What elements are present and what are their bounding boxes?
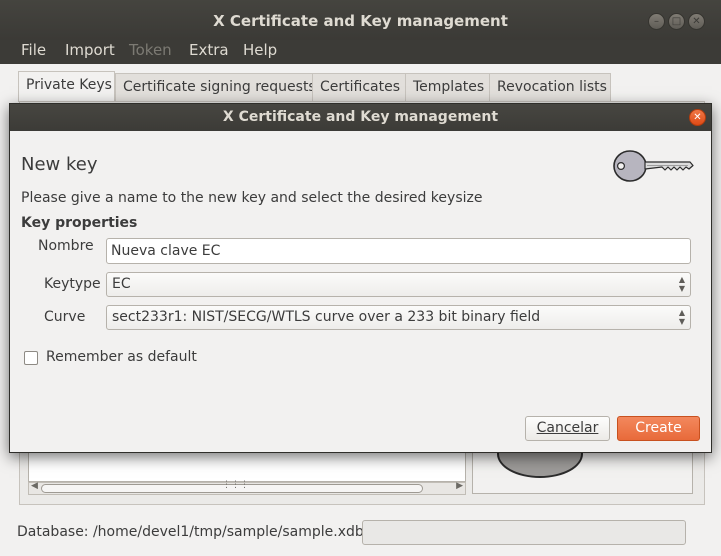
horizontal-scrollbar[interactable]: ◀ ⋮⋮⋮ ▶	[28, 480, 466, 495]
key-icon	[497, 452, 583, 478]
progress-bar	[362, 520, 686, 545]
key-properties-title: Key properties	[21, 215, 138, 231]
menu-file[interactable]: File	[21, 41, 46, 59]
dialog-instructions: Please give a name to the new key and se…	[21, 190, 483, 206]
menubar: File Import Token Extra Help	[0, 40, 721, 64]
tab-certificate-signing-requests[interactable]: Certificate signing requests	[115, 73, 316, 101]
cancel-button[interactable]: Cancelar	[525, 416, 610, 441]
name-label: Nombre	[38, 238, 94, 254]
keytype-select[interactable]: EC ▲ ▼	[106, 272, 691, 297]
remember-default-checkbox[interactable]	[24, 351, 38, 365]
key-list[interactable]	[28, 452, 466, 482]
keytype-label: Keytype	[44, 276, 101, 292]
dialog-heading: New key	[21, 154, 98, 175]
chevron-updown-icon: ▲ ▼	[678, 275, 685, 293]
scroll-left-icon[interactable]: ◀	[31, 481, 38, 491]
close-icon[interactable]: ✕	[688, 13, 705, 30]
key-image-frame	[472, 452, 693, 494]
tab-templates[interactable]: Templates	[405, 73, 490, 101]
grip-icon: ⋮⋮⋮	[222, 480, 249, 490]
tab-certificates[interactable]: Certificates	[312, 73, 406, 101]
cancel-button-label: Cancelar	[536, 420, 599, 436]
tab-private-keys[interactable]: Private Keys	[18, 71, 115, 102]
new-key-dialog: X Certificate and Key management ✕ New k…	[9, 103, 712, 453]
remember-default-label[interactable]: Remember as default	[46, 349, 197, 365]
close-icon[interactable]: ✕	[689, 109, 706, 126]
menu-help[interactable]: Help	[243, 41, 277, 59]
curve-value: sect233r1: NIST/SECG/WTLS curve over a 2…	[112, 309, 541, 325]
curve-select[interactable]: sect233r1: NIST/SECG/WTLS curve over a 2…	[106, 305, 691, 330]
menu-extra[interactable]: Extra	[189, 41, 229, 59]
keytype-value: EC	[112, 276, 131, 292]
tab-revocation-lists[interactable]: Revocation lists	[489, 73, 611, 101]
main-titlebar: X Certificate and Key management – □ ✕	[0, 0, 721, 40]
minimize-icon[interactable]: –	[648, 13, 665, 30]
key-name-input[interactable]	[106, 238, 691, 264]
maximize-icon[interactable]: □	[668, 13, 685, 30]
menu-import[interactable]: Import	[65, 41, 115, 59]
chevron-updown-icon: ▲ ▼	[678, 308, 685, 326]
dialog-titlebar: X Certificate and Key management ✕	[10, 104, 711, 131]
database-path: Database: /home/devel1/tmp/sample/sample…	[17, 524, 364, 540]
curve-label: Curve	[44, 309, 86, 325]
statusbar: Database: /home/devel1/tmp/sample/sample…	[0, 513, 721, 556]
scroll-right-icon[interactable]: ▶	[456, 481, 463, 491]
main-window-title: X Certificate and Key management	[213, 12, 508, 30]
menu-token[interactable]: Token	[129, 41, 172, 59]
key-icon	[613, 150, 694, 182]
dialog-title: X Certificate and Key management	[222, 109, 499, 125]
create-button[interactable]: Create	[617, 416, 700, 441]
